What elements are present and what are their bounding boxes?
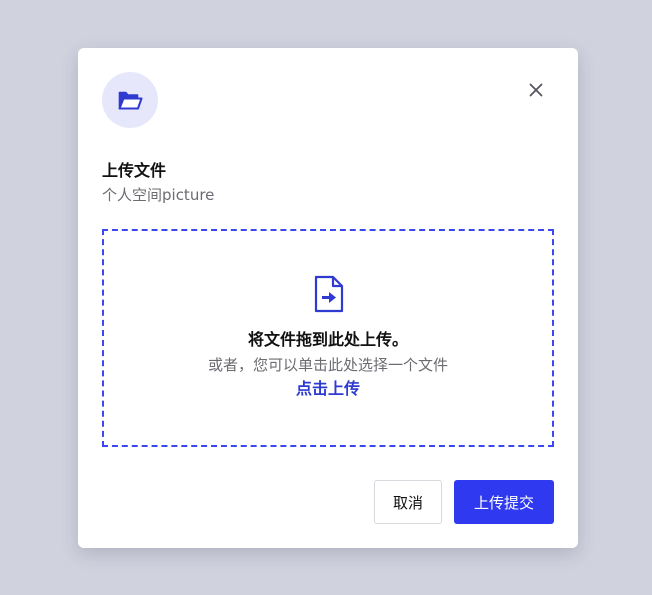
folder-open-icon bbox=[118, 91, 143, 110]
folder-icon-badge bbox=[102, 72, 158, 128]
dialog-subtitle: 个人空间picture bbox=[102, 186, 215, 204]
dialog-title: 上传文件 bbox=[102, 161, 167, 180]
click-upload-link[interactable]: 点击上传 bbox=[296, 378, 360, 400]
file-dropzone[interactable]: 将文件拖到此处上传。 或者，您可以单击此处选择一个文件 点击上传 bbox=[102, 229, 554, 447]
close-icon bbox=[529, 83, 543, 97]
dropzone-sub-text: 或者，您可以单击此处选择一个文件 bbox=[207, 356, 448, 374]
submit-upload-button[interactable]: 上传提交 bbox=[454, 480, 554, 524]
cancel-button[interactable]: 取消 bbox=[374, 480, 442, 524]
dropzone-main-text: 将文件拖到此处上传。 bbox=[247, 330, 408, 349]
file-arrow-icon bbox=[314, 275, 344, 313]
close-button[interactable] bbox=[522, 76, 550, 104]
upload-dialog: 上传文件 个人空间picture 将文件拖到此处上传。 或者，您可以单击此处选择… bbox=[78, 48, 578, 548]
